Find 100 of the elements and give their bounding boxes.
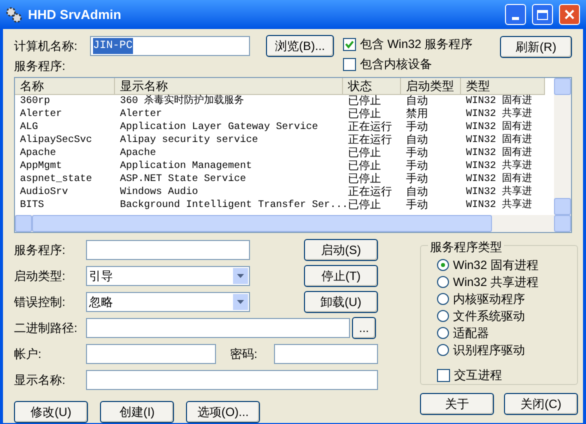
checkbox[interactable]: [343, 38, 356, 50]
action-button[interactable]: 选项(O)...: [186, 401, 260, 423]
table-cell-text: Apache: [119, 147, 158, 160]
radio-button[interactable]: [437, 310, 449, 322]
field-label: 启动类型:: [14, 268, 66, 285]
table-cell-text: Apache: [19, 147, 58, 160]
table-cell-text: WIN32 固有进: [465, 134, 534, 146]
field-label: 二进制路径:: [14, 320, 78, 337]
close-button[interactable]: [559, 4, 580, 25]
password-label: 密码:: [230, 346, 258, 363]
computer-name-field[interactable]: JIN-PC: [90, 36, 250, 56]
table-cell-text: 自动: [405, 95, 429, 108]
action-button[interactable]: 停止(T): [304, 265, 378, 287]
group-title: 服务程序类型: [428, 238, 504, 256]
table-cell-text: WIN32 共享进: [465, 199, 534, 212]
radio-button[interactable]: [437, 344, 449, 356]
table-cell-text: WIN32 固有进: [465, 147, 534, 160]
gears-icon: [6, 6, 22, 22]
table-cell-text: 手动: [405, 173, 429, 186]
table-cell-text: AlipaySecSvc: [19, 134, 94, 147]
table-cell-text: 已停止: [347, 199, 382, 212]
input-field[interactable]: [86, 370, 378, 390]
account-field[interactable]: [86, 344, 216, 364]
table-cell-text: 自动: [405, 134, 429, 147]
checkbox[interactable]: [343, 58, 356, 70]
table-cell-text: 手动: [405, 121, 429, 134]
table-cell-text: 360rp: [19, 95, 52, 108]
table-cell-text: 手动: [405, 147, 429, 160]
checkbox-label: 包含内核设备: [360, 56, 432, 73]
password-field[interactable]: [274, 344, 378, 364]
table-cell-text: 已停止: [347, 160, 382, 173]
input-field[interactable]: [86, 318, 350, 338]
table-cell-text: ASP.NET State Service: [119, 173, 248, 186]
table-cell-text: Application Layer Gateway Service: [119, 121, 320, 134]
table-cell-text: 禁用: [405, 108, 429, 121]
column-header[interactable]: 状态: [343, 78, 401, 95]
vertical-scrollbar[interactable]: [554, 78, 571, 215]
horizontal-scrollbar[interactable]: [15, 215, 571, 232]
dropdown[interactable]: 引导: [86, 266, 250, 286]
table-cell-text: 已停止: [347, 108, 382, 121]
refresh-button[interactable]: 刷新(R): [500, 36, 572, 58]
radio-button[interactable]: [437, 327, 449, 339]
table-cell-text: WIN32 固有进: [465, 121, 534, 134]
radio-label: 识别程序驱动: [453, 342, 525, 359]
table-cell-text: 已停止: [347, 147, 382, 160]
table-cell-text: Alerter: [19, 108, 64, 121]
field-label: 错误控制:: [14, 294, 66, 311]
action-button[interactable]: 卸载(U): [304, 291, 378, 313]
dropdown[interactable]: 忽略: [86, 292, 250, 312]
table-cell-text: 正在运行: [347, 134, 393, 147]
table-cell-text: 正在运行: [347, 186, 393, 199]
browse-path-button[interactable]: ...: [352, 317, 376, 339]
field-label: 显示名称:: [14, 372, 66, 389]
table-cell-text: 手动: [405, 199, 429, 212]
action-button[interactable]: 启动(S): [304, 239, 378, 261]
table-cell-text: Windows Audio: [119, 186, 200, 199]
checkbox-label: 包含 Win32 服务程序: [360, 36, 473, 53]
minimize-button[interactable]: [505, 4, 526, 25]
table-cell-text: AppMgmt: [19, 160, 64, 173]
table-cell-text: Alipay security service: [119, 134, 260, 147]
action-button[interactable]: 创建(I): [100, 401, 174, 423]
input-field[interactable]: [86, 240, 250, 260]
table-cell-text: WIN32 共享进: [465, 186, 534, 198]
checkbox[interactable]: [437, 368, 450, 382]
radio-label: 文件系统驱动: [453, 308, 525, 325]
browse-button[interactable]: 浏览(B)...: [266, 35, 334, 57]
table-cell-text: 已停止: [347, 173, 382, 186]
table-cell-text: WIN32 共享进: [465, 108, 534, 120]
column-header[interactable]: 名称: [15, 78, 115, 95]
action-button[interactable]: 修改(U): [14, 401, 88, 423]
column-header[interactable]: 显示名称: [115, 78, 343, 95]
checkbox-label: 交互进程: [454, 367, 502, 384]
action-button[interactable]: 关闭(C): [504, 393, 578, 415]
radio-label: Win32 共享进程: [453, 274, 538, 291]
table-cell-text: Background Intelligent Transfer Ser...: [119, 199, 343, 212]
table-cell-text: 自动: [405, 186, 429, 199]
radio-button[interactable]: [437, 293, 449, 305]
column-header[interactable]: 类型: [461, 78, 545, 95]
radio-button[interactable]: [437, 259, 449, 271]
table-cell-text: WIN32 固有进: [465, 95, 534, 108]
radio-button[interactable]: [437, 276, 449, 288]
table-cell-text: Application Management: [119, 160, 254, 173]
services-label: 服务程序:: [14, 58, 66, 75]
table-cell-text: ALG: [19, 121, 40, 134]
action-button[interactable]: 关于: [420, 393, 494, 415]
table-cell-text: AudioSrv: [19, 186, 70, 199]
table-cell-text: 已停止: [347, 95, 382, 108]
table-cell-text: 手动: [405, 160, 429, 173]
table-cell-text: WIN32 共享进: [465, 160, 534, 172]
radio-label: 适配器: [453, 325, 489, 342]
window-title: HHD SrvAdmin: [28, 6, 122, 24]
field-label: 服务程序:: [14, 242, 66, 259]
computer-name-label: 计算机名称:: [14, 38, 78, 55]
table-cell-text: Alerter: [119, 108, 164, 121]
column-header[interactable]: 启动类型: [401, 78, 461, 95]
radio-label: 内核驱动程序: [453, 291, 525, 308]
table-cell-text: 正在运行: [347, 121, 393, 134]
table-cell-text: aspnet_state: [19, 173, 94, 186]
maximize-button[interactable]: [532, 4, 553, 25]
close-icon: [564, 9, 575, 20]
